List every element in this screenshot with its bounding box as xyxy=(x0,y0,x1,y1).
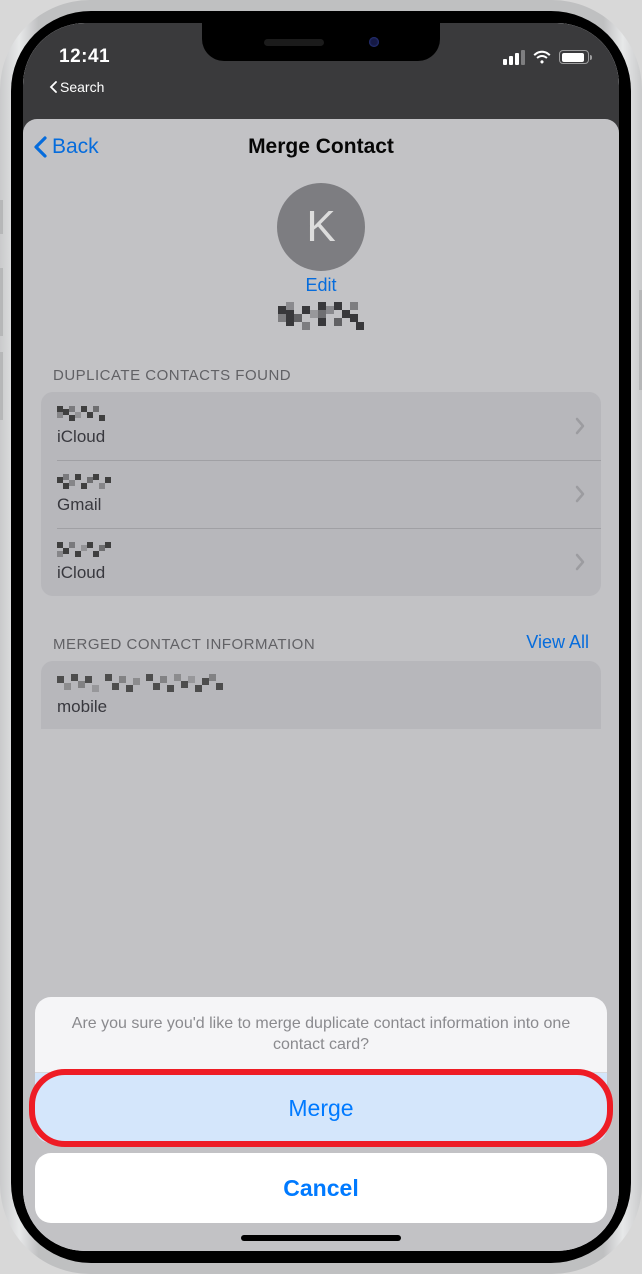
breadcrumb-back[interactable]: Search xyxy=(49,79,104,95)
back-label: Back xyxy=(52,135,99,159)
merged-info-list: mobile xyxy=(41,661,601,729)
source-label: Gmail xyxy=(57,495,115,515)
section-duplicates-label: DUPLICATE CONTACTS FOUND xyxy=(53,367,291,384)
redacted-value xyxy=(57,674,225,694)
list-item[interactable]: iCloud xyxy=(41,528,601,596)
source-label: iCloud xyxy=(57,427,109,447)
device-notch xyxy=(202,23,440,61)
back-button[interactable]: Back xyxy=(33,119,99,175)
battery-icon xyxy=(559,50,589,64)
redacted-name xyxy=(57,474,115,492)
sheet-message: Are you sure you'd like to merge duplica… xyxy=(35,997,607,1072)
source-label: iCloud xyxy=(57,563,115,583)
avatar-initial: K xyxy=(306,202,335,252)
wifi-icon xyxy=(532,50,552,65)
field-label: mobile xyxy=(57,697,225,717)
edit-button[interactable]: Edit xyxy=(23,275,619,296)
cancel-button[interactable]: Cancel xyxy=(35,1153,607,1223)
merge-button[interactable]: Merge xyxy=(35,1073,607,1143)
duplicates-list: iCloud Gmail iCloud xyxy=(41,392,601,596)
section-merged-label: MERGED CONTACT INFORMATION xyxy=(53,636,315,653)
chevron-right-icon xyxy=(575,417,585,435)
contact-name xyxy=(23,302,619,339)
status-time: 12:41 xyxy=(59,46,110,68)
cellular-icon xyxy=(503,50,525,65)
avatar: K xyxy=(277,183,365,271)
action-sheet: Are you sure you'd like to merge duplica… xyxy=(23,997,619,1251)
redacted-name xyxy=(57,542,115,560)
page-title: Merge Contact xyxy=(248,135,394,159)
view-all-button[interactable]: View All xyxy=(526,632,589,653)
list-item[interactable]: mobile xyxy=(41,661,601,729)
chevron-right-icon xyxy=(575,553,585,571)
list-item[interactable]: iCloud xyxy=(41,392,601,460)
home-indicator[interactable] xyxy=(241,1235,401,1241)
redacted-name xyxy=(57,406,109,424)
list-item[interactable]: Gmail xyxy=(41,460,601,528)
nav-bar: Back Merge Contact xyxy=(23,119,619,175)
breadcrumb-label: Search xyxy=(60,79,104,95)
chevron-right-icon xyxy=(575,485,585,503)
